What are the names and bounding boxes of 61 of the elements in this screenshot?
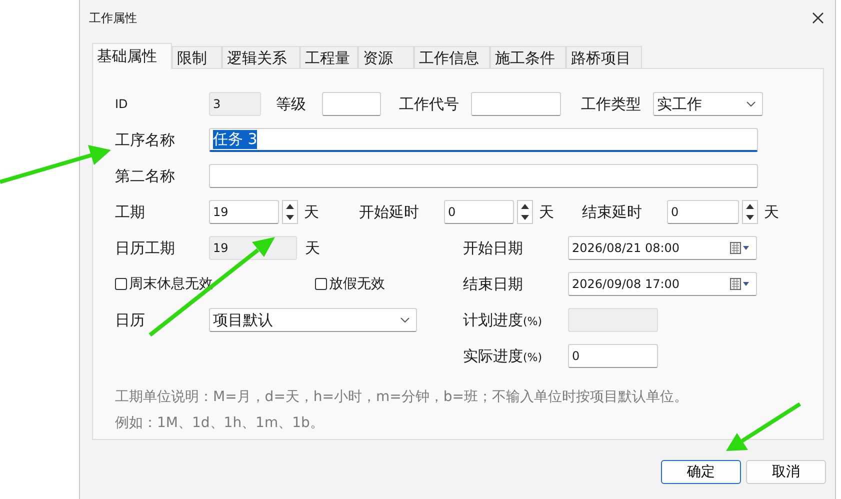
input-field[interactable]: 0: [568, 344, 658, 368]
input-field[interactable]: [209, 164, 758, 188]
field-label: 等级: [276, 94, 307, 114]
unit-label: 天: [304, 202, 319, 222]
checkbox[interactable]: [315, 278, 327, 290]
tab[interactable]: 逻辑关系: [222, 46, 300, 68]
window-title: 工作属性: [89, 10, 137, 26]
unit-label: 天: [305, 238, 320, 258]
tab[interactable]: 施工条件: [490, 46, 566, 68]
tab[interactable]: 工程量: [300, 46, 358, 68]
dropdown[interactable]: 项目默认: [209, 308, 417, 332]
up-triangle-icon: [521, 204, 529, 209]
ok-button[interactable]: 确定: [661, 460, 741, 484]
field-label: 日历: [115, 310, 146, 330]
checkbox-label: 放假无效: [329, 275, 385, 293]
input-field[interactable]: [322, 92, 381, 116]
field-label: 工作代号: [399, 94, 460, 114]
field-label: ID: [115, 97, 129, 111]
field-label: 结束延时: [582, 202, 643, 222]
date-field[interactable]: 2026/09/08 17:00: [568, 272, 757, 296]
chevron-down-icon: [746, 101, 756, 107]
unit-label: 天: [539, 202, 554, 222]
input-field[interactable]: [471, 92, 561, 116]
tab[interactable]: 资源: [358, 46, 414, 68]
down-triangle-icon: [286, 215, 294, 220]
spin-button[interactable]: [282, 200, 298, 224]
input-field[interactable]: 任务 3: [209, 128, 758, 152]
spin-button[interactable]: [742, 200, 758, 224]
close-icon: [812, 12, 824, 24]
field-label: 计划进度(%): [463, 310, 544, 330]
tab[interactable]: 基础属性: [92, 43, 172, 69]
calendar-icon: [730, 242, 750, 254]
dropdown[interactable]: 实工作: [653, 92, 763, 116]
field-label: 工作类型: [581, 94, 642, 114]
tab[interactable]: 限制: [172, 46, 222, 68]
tab[interactable]: 路桥项目: [566, 46, 642, 68]
cancel-button[interactable]: 取消: [746, 460, 826, 484]
help-text: 例如：1M、1d、1h、1m、1b。: [115, 414, 325, 432]
down-triangle-icon: [746, 215, 754, 220]
field-label: 开始日期: [463, 238, 524, 258]
field-label: 工序名称: [115, 130, 176, 150]
checkbox[interactable]: [115, 278, 127, 290]
field-label: 开始延时: [359, 202, 420, 222]
field-label: 工期: [115, 202, 146, 222]
input-field[interactable]: 0: [667, 200, 739, 224]
unit-label: 天: [764, 202, 779, 222]
up-triangle-icon: [286, 204, 294, 209]
calendar-icon: [730, 278, 750, 290]
field-label: 日历工期: [115, 238, 176, 258]
help-text: 工期单位说明：M=月，d=天，h=小时，m=分钟，b=班；不输入单位时按项目默认单位。: [115, 388, 690, 406]
up-triangle-icon: [746, 204, 754, 209]
field-label: 实际进度(%): [463, 346, 544, 366]
spin-button[interactable]: [517, 200, 533, 224]
tab[interactable]: 工作信息: [414, 46, 490, 68]
chevron-down-icon: [400, 317, 410, 323]
down-triangle-icon: [521, 215, 529, 220]
input-field[interactable]: 0: [444, 200, 514, 224]
input-field[interactable]: 19: [209, 200, 279, 224]
field-label: 结束日期: [463, 274, 524, 294]
date-field[interactable]: 2026/08/21 08:00: [568, 236, 757, 260]
field-label: 第二名称: [115, 166, 176, 186]
